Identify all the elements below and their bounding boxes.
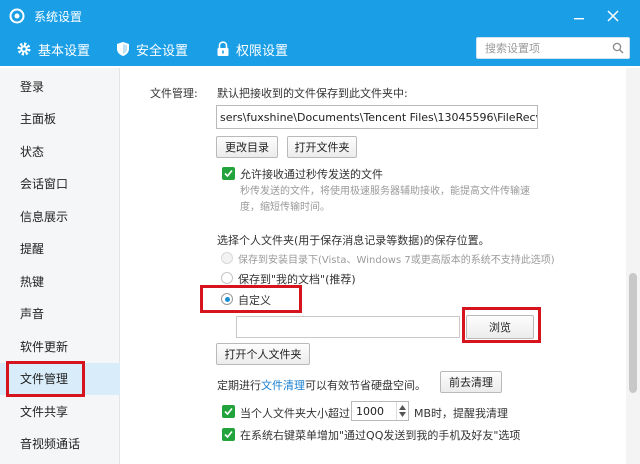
size-alert-checkbox[interactable] — [222, 405, 235, 418]
content-scrollbar[interactable] — [626, 68, 640, 464]
sidebar-item-file-management[interactable]: 文件管理 — [0, 362, 120, 395]
radio-install-directory[interactable] — [221, 252, 233, 264]
search-icon[interactable] — [607, 42, 629, 54]
sidebar-item-label: 文件管理 — [20, 372, 69, 387]
size-limit-value: 1000 — [356, 404, 384, 418]
sidebar-item-status[interactable]: 状态 — [0, 135, 120, 168]
chevron-up-icon[interactable] — [399, 405, 406, 410]
sidebar-item-label: 主面板 — [20, 112, 57, 127]
lock-icon — [217, 41, 229, 56]
file-management-panel: 文件管理: 默认把接收到的文件保存到此文件夹中: sers\fuxshine\D… — [121, 68, 626, 464]
chevron-down-icon[interactable] — [399, 412, 406, 417]
sidebar-item-label: 软件更新 — [20, 339, 69, 354]
tab-security-settings-label: 安全设置 — [136, 43, 189, 59]
scrollbar-thumb[interactable] — [629, 273, 637, 393]
close-icon — [607, 10, 619, 22]
checkmark-icon — [224, 169, 233, 178]
tab-basic-settings-label: 基本设置 — [38, 43, 91, 59]
context-menu-label: 在系统右键菜单增加"通过QQ发送到我的手机及好友"选项 — [240, 429, 521, 442]
open-personal-folder-button[interactable]: 打开个人文件夹 — [216, 343, 310, 365]
window-title: 系统设置 — [34, 9, 83, 24]
radio-custom[interactable] — [221, 293, 233, 305]
sidebar-item-label: 热键 — [20, 274, 45, 289]
checkmark-icon — [224, 430, 233, 439]
radio-install-directory-label: 保存到安装目录下(Vista、Windows 7或更高版本的系统不支持此选项) — [238, 255, 555, 266]
size-alert-label-prefix: 当个人文件夹大小超过 — [240, 407, 350, 420]
title-bar: 系统设置 — [0, 0, 640, 32]
sidebar-item-label: 文件共享 — [20, 404, 69, 419]
minimize-icon — [574, 18, 584, 20]
sidebar-item-label: 声音 — [20, 307, 45, 322]
tab-permission-settings-label: 权限设置 — [236, 43, 289, 59]
sidebar-item-software-update[interactable]: 软件更新 — [0, 330, 120, 363]
browse-label: 浏览 — [489, 321, 511, 334]
sidebar-item-label: 提醒 — [20, 242, 45, 257]
radio-my-documents-label: 保存到"我的文档"(推荐) — [238, 273, 356, 286]
stepper-arrows[interactable] — [396, 402, 408, 420]
radio-my-documents[interactable] — [221, 272, 233, 284]
tab-permission-settings[interactable]: 权限设置 — [216, 32, 288, 66]
personal-folder-description: 选择个人文件夹(用于保存消息记录等数据)的保存位置。 — [217, 234, 490, 247]
sidebar-item-label: 状态 — [20, 144, 45, 159]
section-label-file-management: 文件管理: — [150, 87, 198, 100]
go-cleanup-button[interactable]: 前去清理 — [440, 371, 502, 393]
go-cleanup-label: 前去清理 — [449, 376, 493, 389]
search-input[interactable] — [477, 41, 607, 55]
default-save-description: 默认把接收到的文件保存到此文件夹中: — [217, 87, 408, 100]
tab-basic-settings[interactable]: 基本设置 — [16, 32, 90, 66]
sidebar-item-info-display[interactable]: 信息展示 — [0, 200, 120, 233]
sidebar-item-av-calls[interactable]: 音视频通话 — [0, 428, 120, 461]
file-cleanup-link[interactable]: 文件清理 — [261, 379, 305, 392]
context-menu-checkbox[interactable] — [222, 428, 235, 441]
sidebar-item-reminder[interactable]: 提醒 — [0, 233, 120, 266]
sidebar-item-sound[interactable]: 声音 — [0, 298, 120, 331]
sidebar-item-label: 音视频通话 — [20, 437, 81, 452]
settings-window: 系统设置 基本设置 安全设置 权限设置 搜索设置项 登录 主面板 状态 会话窗口… — [0, 0, 640, 464]
sidebar-item-file-sharing[interactable]: 文件共享 — [0, 395, 120, 428]
sidebar-item-label: 信息展示 — [20, 209, 69, 224]
receive-path-field[interactable]: sers\fuxshine\Documents\Tencent Files\13… — [216, 105, 538, 129]
allow-flash-transfer-label: 允许接收通过秒传发送的文件 — [240, 168, 383, 181]
settings-search-box[interactable] — [476, 37, 630, 59]
shield-icon — [117, 42, 129, 56]
radio-custom-label: 自定义 — [238, 294, 271, 307]
close-button[interactable] — [598, 0, 628, 32]
cleanup-tip-suffix: 可以有效节省硬盘空间。 — [305, 379, 426, 392]
sidebar-item-label: 会话窗口 — [20, 177, 69, 192]
open-folder-label: 打开文件夹 — [294, 141, 350, 154]
browse-button[interactable]: 浏览 — [466, 315, 534, 339]
app-settings-icon — [9, 8, 25, 24]
checkmark-icon — [224, 407, 233, 416]
sidebar-item-label: 登录 — [20, 79, 45, 94]
custom-path-input[interactable] — [236, 316, 460, 338]
sidebar-item-main-panel[interactable]: 主面板 — [0, 103, 120, 136]
open-folder-button[interactable]: 打开文件夹 — [287, 136, 357, 158]
minimize-button[interactable] — [564, 0, 594, 32]
allow-flash-description-line1: 秒传发送的文件，将使用极速服务器辅助接收，能提高文件传输速 — [240, 186, 530, 197]
sidebar-item-login[interactable]: 登录 — [0, 70, 120, 103]
sidebar-item-chat-window[interactable]: 会话窗口 — [0, 168, 120, 201]
cleanup-tip-prefix: 定期进行 — [217, 379, 261, 392]
change-directory-label: 更改目录 — [225, 141, 269, 154]
sidebar-item-hotkeys[interactable]: 热键 — [0, 265, 120, 298]
size-limit-stepper[interactable]: 1000 — [351, 401, 409, 421]
size-alert-label-suffix: MB时，提醒我清理 — [414, 407, 509, 420]
tab-security-settings[interactable]: 安全设置 — [116, 32, 188, 66]
open-personal-folder-label: 打开个人文件夹 — [224, 348, 302, 361]
allow-flash-description-line2: 度，缩短传输时间。 — [240, 202, 330, 213]
receive-path-value: sers\fuxshine\Documents\Tencent Files\13… — [220, 110, 538, 124]
settings-sidebar: 登录 主面板 状态 会话窗口 信息展示 提醒 热键 声音 软件更新 文件管理 文… — [0, 68, 120, 464]
change-directory-button[interactable]: 更改目录 — [216, 136, 278, 158]
allow-flash-transfer-checkbox[interactable] — [222, 167, 235, 180]
gear-icon — [17, 42, 31, 56]
cleanup-tip: 定期进行文件清理可以有效节省硬盘空间。 — [217, 377, 426, 393]
